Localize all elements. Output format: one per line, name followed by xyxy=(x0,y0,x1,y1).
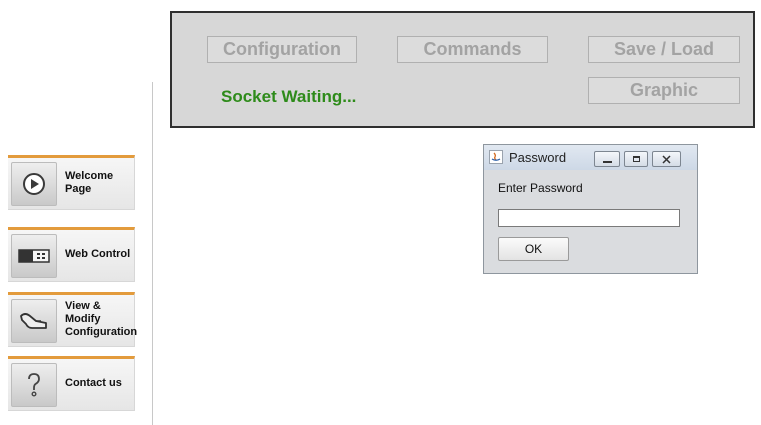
password-field[interactable] xyxy=(498,209,680,227)
nav-divider xyxy=(152,82,153,425)
applet-panel: Configuration Commands Save / Load Graph… xyxy=(170,11,755,128)
nav-item-view-modify-configuration[interactable]: View & Modify Configuration xyxy=(8,292,138,347)
nav-item-label: Contact us xyxy=(65,377,122,389)
commands-button[interactable]: Commands xyxy=(397,36,548,63)
maximize-icon xyxy=(632,156,640,162)
save-load-button[interactable]: Save / Load xyxy=(588,36,740,63)
dialog-title: Password xyxy=(509,150,567,165)
minimize-button[interactable] xyxy=(594,151,620,167)
play-icon xyxy=(11,162,57,206)
socket-status-text: Socket Waiting... xyxy=(221,87,357,106)
nav-item-welcome-page[interactable]: Welcome Page xyxy=(8,155,135,210)
minimize-icon xyxy=(602,160,612,163)
close-button[interactable] xyxy=(652,151,681,167)
ok-button[interactable]: OK xyxy=(498,237,569,261)
configuration-button[interactable]: Configuration xyxy=(207,36,357,63)
password-dialog: Password Enter Password OK xyxy=(483,144,698,274)
nav-item-label: Web Control xyxy=(65,248,131,260)
nav-item-label: View & Modify Configuration xyxy=(65,300,138,338)
dialog-titlebar[interactable]: Password xyxy=(484,145,697,170)
graphic-button[interactable]: Graphic xyxy=(588,77,740,104)
question-icon xyxy=(11,363,57,407)
nav-item-web-control[interactable]: Web Control xyxy=(8,227,135,282)
password-prompt: Enter Password xyxy=(498,181,583,195)
close-icon xyxy=(662,154,671,164)
nav-item-label: Welcome Page xyxy=(65,169,114,195)
device-icon xyxy=(11,234,57,278)
maximize-button[interactable] xyxy=(624,151,648,167)
hand-pointer-icon xyxy=(11,299,57,343)
nav-item-contact-us[interactable]: Contact us xyxy=(8,356,135,411)
java-icon xyxy=(489,150,503,164)
